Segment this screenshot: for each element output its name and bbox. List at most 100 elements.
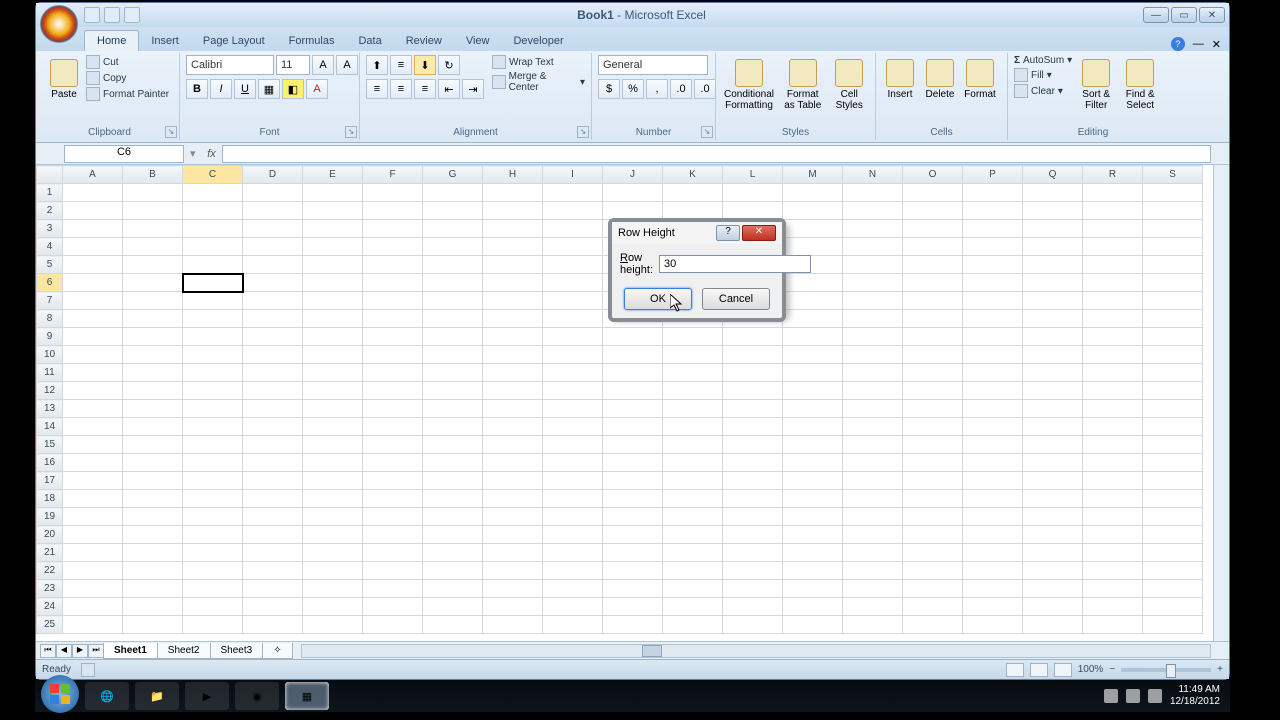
- cell[interactable]: [843, 202, 903, 220]
- cell[interactable]: [423, 436, 483, 454]
- cell[interactable]: [243, 202, 303, 220]
- cell[interactable]: [1083, 220, 1143, 238]
- cell[interactable]: [1083, 616, 1143, 634]
- cell[interactable]: [63, 436, 123, 454]
- cell[interactable]: [603, 598, 663, 616]
- cell[interactable]: [63, 328, 123, 346]
- cell[interactable]: [183, 310, 243, 328]
- cell[interactable]: [123, 472, 183, 490]
- tab-data[interactable]: Data: [346, 31, 393, 51]
- cell[interactable]: [843, 400, 903, 418]
- cell[interactable]: [963, 616, 1023, 634]
- wrap-text-button[interactable]: Wrap Text: [492, 55, 585, 69]
- cell[interactable]: [303, 562, 363, 580]
- taskbar-explorer-icon[interactable]: 📁: [135, 682, 179, 710]
- increase-indent-button[interactable]: ⇥: [462, 79, 484, 99]
- cell[interactable]: [1083, 544, 1143, 562]
- name-box[interactable]: C6: [64, 145, 184, 163]
- row-header[interactable]: 4: [37, 238, 63, 256]
- underline-button[interactable]: U: [234, 79, 256, 99]
- col-header[interactable]: B: [123, 166, 183, 184]
- cell[interactable]: [1083, 580, 1143, 598]
- cell[interactable]: [903, 436, 963, 454]
- cell[interactable]: [63, 382, 123, 400]
- cell[interactable]: [1143, 364, 1203, 382]
- cell[interactable]: [963, 364, 1023, 382]
- sort-filter-button[interactable]: Sort & Filter: [1076, 55, 1116, 115]
- col-header[interactable]: I: [543, 166, 603, 184]
- cell[interactable]: [1143, 346, 1203, 364]
- cell[interactable]: [303, 238, 363, 256]
- col-header[interactable]: D: [243, 166, 303, 184]
- cell[interactable]: [363, 544, 423, 562]
- row-header[interactable]: 16: [37, 454, 63, 472]
- cell[interactable]: [1143, 256, 1203, 274]
- cell[interactable]: [63, 616, 123, 634]
- cell[interactable]: [963, 256, 1023, 274]
- cell[interactable]: [1023, 436, 1083, 454]
- cell[interactable]: [303, 184, 363, 202]
- col-header[interactable]: R: [1083, 166, 1143, 184]
- cell[interactable]: [63, 508, 123, 526]
- cell[interactable]: [783, 508, 843, 526]
- start-button[interactable]: [41, 675, 79, 713]
- cell[interactable]: [963, 580, 1023, 598]
- cell[interactable]: [663, 382, 723, 400]
- cell[interactable]: [543, 382, 603, 400]
- cell[interactable]: [783, 616, 843, 634]
- cell[interactable]: [423, 220, 483, 238]
- cell[interactable]: [663, 328, 723, 346]
- cell[interactable]: [423, 580, 483, 598]
- qat-save-icon[interactable]: [84, 7, 100, 23]
- cell[interactable]: [183, 526, 243, 544]
- cell[interactable]: [183, 598, 243, 616]
- cell[interactable]: [483, 526, 543, 544]
- alignment-launcher-icon[interactable]: ↘: [577, 126, 589, 138]
- ok-button[interactable]: OK: [624, 288, 692, 310]
- tab-insert[interactable]: Insert: [139, 31, 191, 51]
- cell[interactable]: [903, 490, 963, 508]
- cell[interactable]: [963, 310, 1023, 328]
- cell[interactable]: [963, 508, 1023, 526]
- cell[interactable]: [843, 220, 903, 238]
- cell[interactable]: [243, 400, 303, 418]
- doc-close-icon[interactable]: ✕: [1212, 38, 1221, 51]
- tray-volume-icon[interactable]: [1148, 689, 1162, 703]
- sheet-nav-prev-icon[interactable]: ◀: [56, 644, 72, 658]
- cell[interactable]: [963, 184, 1023, 202]
- cell[interactable]: [783, 526, 843, 544]
- align-center-button[interactable]: ≡: [390, 79, 412, 99]
- font-name-combo[interactable]: Calibri: [186, 55, 274, 75]
- cell[interactable]: [123, 382, 183, 400]
- cell[interactable]: [63, 346, 123, 364]
- cell[interactable]: [183, 184, 243, 202]
- ribbon-minimize-icon[interactable]: —: [1193, 38, 1204, 50]
- cell[interactable]: [303, 400, 363, 418]
- office-button[interactable]: [40, 5, 78, 43]
- cell[interactable]: [543, 472, 603, 490]
- cell[interactable]: [423, 526, 483, 544]
- cell[interactable]: [363, 310, 423, 328]
- row-header[interactable]: 12: [37, 382, 63, 400]
- cell[interactable]: [783, 562, 843, 580]
- cell[interactable]: [303, 364, 363, 382]
- row-header[interactable]: 14: [37, 418, 63, 436]
- cell[interactable]: [183, 382, 243, 400]
- cell[interactable]: [63, 598, 123, 616]
- cell[interactable]: [363, 616, 423, 634]
- cell[interactable]: [63, 472, 123, 490]
- cell[interactable]: [603, 328, 663, 346]
- tray-network-icon[interactable]: [1126, 689, 1140, 703]
- cell[interactable]: [603, 400, 663, 418]
- zoom-slider[interactable]: [1121, 668, 1211, 672]
- cell[interactable]: [1143, 544, 1203, 562]
- cell[interactable]: [843, 436, 903, 454]
- cell[interactable]: [423, 364, 483, 382]
- cell[interactable]: [963, 526, 1023, 544]
- cell[interactable]: [663, 616, 723, 634]
- cell[interactable]: [783, 472, 843, 490]
- cell[interactable]: [483, 310, 543, 328]
- cell[interactable]: [1023, 364, 1083, 382]
- cell[interactable]: [123, 580, 183, 598]
- cell[interactable]: [783, 454, 843, 472]
